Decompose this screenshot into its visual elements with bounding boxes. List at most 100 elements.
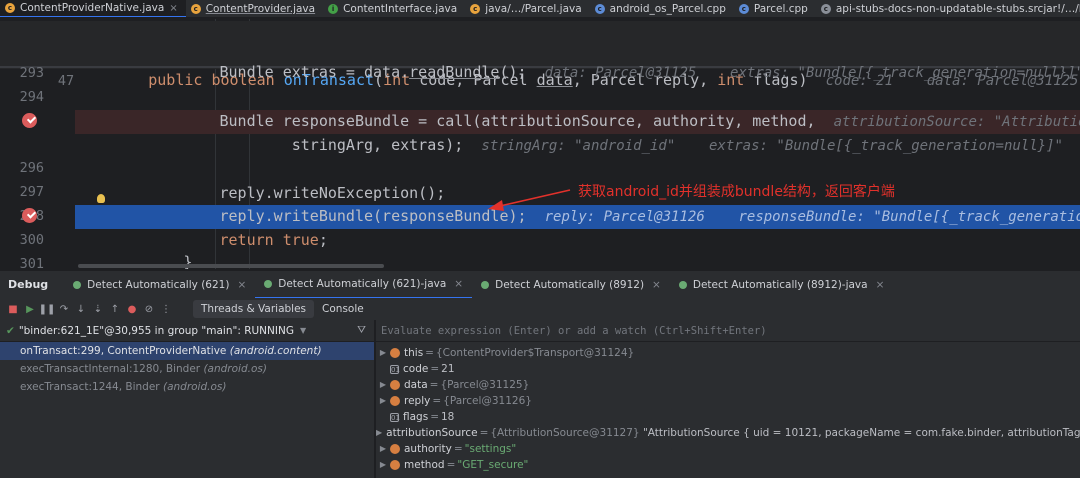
chevron-right-icon[interactable]: ▶ [376, 457, 390, 473]
filter-icon[interactable]: ⛛ [357, 324, 366, 337]
code-line-296[interactable]: stringArg, extras); stringArg: "android_… [75, 134, 1080, 158]
session-label: Detect Automatically (8912)-java [692, 278, 868, 291]
variable-row[interactable]: ▶ attributionSource = {AttributionSource@31… [376, 425, 1080, 441]
tab-parcel-cpp[interactable]: c Parcel.cpp [734, 0, 816, 17]
debug-session-bar: Debug Detect Automatically (621) × Detect… [0, 270, 1080, 298]
line-number: 299 [0, 205, 44, 229]
tab-android-os-parcel-cpp[interactable]: c android_os_Parcel.cpp [590, 0, 734, 17]
step-into-icon[interactable]: ↓ [74, 302, 88, 316]
variable-name: attributionSource [386, 427, 478, 439]
step-out-icon[interactable]: ↑ [108, 302, 122, 316]
variable-value: {AttributionSource@31127} [490, 427, 640, 439]
variable-row[interactable]: 01 code = 21 [376, 361, 1080, 377]
variable-row[interactable]: ▶ authority = "settings" [376, 441, 1080, 457]
frame-package: (android.content) [229, 345, 322, 357]
line-number: 300 [19, 232, 44, 248]
variable-value: {Parcel@31126} [443, 395, 532, 407]
force-step-into-icon[interactable]: ⇣ [91, 302, 105, 316]
code-line-299[interactable]: reply.writeBundle(responseBundle); reply… [75, 205, 1080, 229]
object-icon [390, 460, 400, 470]
pause-icon[interactable]: ❚❚ [39, 302, 56, 316]
chevron-right-icon[interactable]: ▶ [376, 425, 382, 441]
frame-method: onTransact:299, ContentProviderNative [20, 345, 227, 357]
variable-name: authority [404, 443, 452, 455]
object-icon [390, 444, 400, 454]
chevron-right-icon[interactable]: ▶ [376, 345, 390, 361]
variable-tostring: "AttributionSource { uid = 10121, packag… [642, 427, 1080, 439]
step-over-icon[interactable]: ↷ [57, 302, 71, 316]
interface-file-icon: i [328, 4, 339, 14]
tab-label: ContentProvider.java [205, 3, 316, 15]
stack-frame[interactable]: onTransact:299, ContentProviderNative (a… [0, 342, 374, 360]
code-line-295[interactable]: Bundle responseBundle = call(attribution… [75, 110, 1080, 134]
tab-contentinterface[interactable]: i ContentInterface.java [323, 0, 465, 17]
cpp-file-icon: c [594, 4, 605, 14]
more-icon[interactable]: ⋮ [159, 302, 173, 316]
variable-row[interactable]: ▶ reply = {Parcel@31126} [376, 393, 1080, 409]
inline-hint: data: Parcel@31125 extras: "Bundle[{_tra… [544, 65, 1080, 81]
close-icon[interactable]: × [237, 279, 246, 291]
mute-breakpoints-icon[interactable]: ⊘ [142, 302, 156, 316]
session-label: Detect Automatically (8912) [495, 278, 645, 291]
variable-name: this [404, 347, 424, 359]
code-line-300[interactable]: return true; [75, 229, 1080, 253]
tab-console[interactable]: Console [314, 300, 372, 318]
stack-frame[interactable]: execTransactInternal:1280, Binder (andro… [0, 360, 374, 378]
tab-api-stubs-parcel[interactable]: c api-stubs-docs-non-updatable-stubs.srcj… [816, 0, 1080, 17]
lightbulb-icon[interactable] [97, 194, 105, 203]
variable-row[interactable]: ▶ method = "GET_secure" [376, 457, 1080, 473]
code-line-293[interactable]: Bundle extras = data.readBundle(); data:… [75, 63, 1080, 81]
line-number: 293 [19, 65, 44, 81]
inline-hint: stringArg: "android_id" extras: "Bundle[… [481, 138, 1063, 154]
tab-debug-session-621[interactable]: Detect Automatically (621) × [64, 271, 255, 298]
bug-icon [678, 280, 687, 289]
close-icon[interactable]: × [652, 279, 661, 291]
variable-name: flags [403, 411, 429, 423]
chevron-right-icon[interactable]: ▶ [376, 377, 390, 393]
frame-method: execTransact:1244, Binder [20, 381, 160, 393]
view-breakpoints-icon[interactable]: ● [125, 302, 139, 316]
variable-value: 21 [441, 363, 455, 375]
inline-hint: attributionSource: "AttributionSource { … [833, 114, 1080, 130]
stack-frame[interactable]: execTransact:1244, Binder (android.os) [0, 378, 374, 396]
object-icon [390, 380, 400, 390]
tab-contentprovidernative[interactable]: c ContentProviderNative.java × [0, 0, 186, 17]
cpp-file-icon: c [738, 4, 749, 14]
variable-name: data [404, 379, 428, 391]
stop-icon[interactable]: ■ [6, 302, 20, 316]
tab-label: java/…/Parcel.java [485, 3, 582, 15]
chevron-right-icon[interactable]: ▶ [376, 393, 390, 409]
tab-contentprovider[interactable]: c ContentProvider.java [186, 0, 323, 17]
line-number: 294 [19, 89, 44, 105]
close-icon[interactable]: × [454, 278, 463, 290]
close-icon[interactable]: × [169, 3, 177, 14]
thread-selector[interactable]: ✔ "binder:621_1E"@30,955 in group "main":… [0, 320, 374, 342]
jar-file-icon: c [820, 4, 831, 14]
variable-name: reply [404, 395, 431, 407]
tab-debug-session-621-java[interactable]: Detect Automatically (621)-java × [255, 271, 473, 298]
session-label: Detect Automatically (621)-java [278, 277, 447, 290]
variable-value: "settings" [464, 443, 517, 455]
line-number: 297 [19, 184, 44, 200]
horizontal-scrollbar[interactable] [78, 264, 384, 268]
java-file-icon: c [470, 4, 481, 14]
variable-row[interactable]: ▶ this = {ContentProvider$Transport@31124} [376, 345, 1080, 361]
tab-parcel-java[interactable]: c java/…/Parcel.java [465, 0, 589, 17]
tab-debug-session-8912-java[interactable]: Detect Automatically (8912)-java × [670, 271, 894, 298]
variable-row[interactable]: ▶ data = {Parcel@31125} [376, 377, 1080, 393]
annotation-text: 获取android_id并组装成bundle结构，返回客户端 [578, 184, 895, 200]
evaluate-expression-input[interactable]: Evaluate expression (Enter) or add a wat… [376, 320, 1080, 342]
tab-threads-variables[interactable]: Threads & Variables [193, 300, 315, 318]
close-icon[interactable]: × [876, 279, 885, 291]
sticky-line-46[interactable]: 46abstract public class ContentProviderN… [0, 21, 1080, 65]
tab-debug-session-8912[interactable]: Detect Automatically (8912) × [472, 271, 670, 298]
line-number: 296 [19, 160, 44, 176]
frame-method: execTransactInternal:1280, Binder [20, 363, 201, 375]
resume-icon[interactable]: ▶ [23, 302, 37, 316]
chevron-right-icon[interactable]: ▶ [376, 441, 390, 457]
variable-name: method [404, 459, 445, 471]
primitive-icon: 01 [390, 364, 400, 374]
variable-row[interactable]: 01 flags = 18 [376, 409, 1080, 425]
code-editor[interactable]: 46abstract public class ContentProviderN… [0, 19, 1080, 269]
chevron-down-icon: ▼ [299, 326, 307, 335]
